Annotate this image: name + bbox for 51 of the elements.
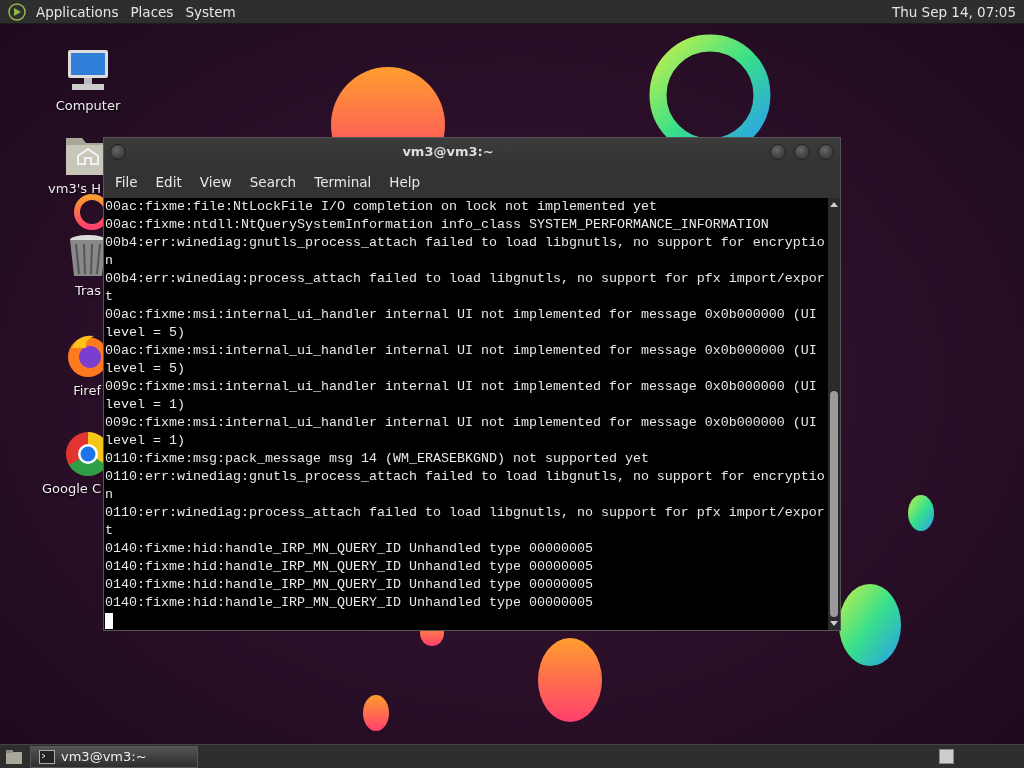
icon-label[interactable]: Google C [41,479,101,499]
terminal-line: level = 5) [105,324,186,342]
maximize-button[interactable] [794,144,810,160]
close-button[interactable] [818,144,834,160]
menu-item[interactable]: View [190,171,241,193]
terminal-line: 00ac:fixme:ntdll:NtQuerySystemInformation info_class SYSTEM_PERFORMANCE_INFORMATION [105,216,770,234]
terminal-line: 00ac:fixme:msi:internal_ui_handler internal UI not implemented for message 0x0b000000 (UI [105,306,818,324]
menu-item[interactable]: Terminal [305,171,381,193]
window-menu-button[interactable] [110,144,126,160]
text-cursor [105,613,113,629]
terminal-icon [39,749,55,764]
terminal-line: 00b4:err:winediag:process_attach failed to load libgnutls, no support for pfx import/expor [105,270,826,288]
terminal-line: 00b4:err:winediag:gnutls_process_attach failed to load libgnutls, no support for encryptio [105,234,826,252]
icon-label[interactable]: vm3's H [48,179,101,199]
panel-menu[interactable]: Applications [30,0,125,24]
menu-item[interactable]: File [106,171,147,193]
desktop-icon [4,747,24,766]
terminal-line: level = 5) [105,360,186,378]
terminal-line: 0140:fixme:hid:handle_IRP_MN_QUERY_ID Unhandled type 00000005 [105,540,594,558]
icon-label[interactable]: Firef [73,381,101,401]
terminal-line: 00ac:fixme:msi:internal_ui_handler internal UI not implemented for message 0x0b000000 (UI [105,342,818,360]
terminal-line: n [105,486,114,504]
terminal-line: level = 1) [105,432,186,450]
terminal-line: n [105,252,114,270]
terminal-line: 0110:err:winediag:process_attach failed to load libgnutls, no support for pfx import/expor [105,504,826,522]
terminal-line: 0140:fixme:hid:handle_IRP_MN_QUERY_ID Unhandled type 00000005 [105,594,594,612]
menu-item[interactable]: Edit [146,171,191,193]
clock: Thu Sep 14, 07:05 [890,2,1017,22]
scrollbar[interactable] [828,198,840,630]
menu-item[interactable]: Help [380,171,430,193]
window-title: vm3@vm3:~ [402,143,494,162]
workspace-switcher[interactable] [939,749,954,764]
terminal-line: 0110:err:winediag:gnutls_process_attach failed to load libgnutls, no support for encryptio [105,468,826,486]
menu-item[interactable]: Search [240,171,306,193]
terminal-line: t [105,522,114,540]
terminal-line: 0140:fixme:hid:handle_IRP_MN_QUERY_ID Unhandled type 00000005 [105,576,594,594]
terminal-line: 0140:fixme:hid:handle_IRP_MN_QUERY_ID Unhandled type 00000005 [105,558,594,576]
terminal-line: 009c:fixme:msi:internal_ui_handler internal UI not implemented for message 0x0b000000 (UI [105,414,818,432]
terminal-line: 0110:fixme:msg:pack_message msg 14 (WM_ERASEBKGND) not supported yet [105,450,650,468]
minimize-button[interactable] [770,144,786,160]
taskbar-button[interactable]: vm3@vm3:~ [30,745,198,768]
terminal-line: level = 1) [105,396,186,414]
logo-icon [8,2,26,21]
terminal-line: 00ac:fixme:file:NtLockFile I/O completion on lock not implemented yet [105,198,658,216]
scrollbar-thumb[interactable] [830,391,838,617]
icon-label[interactable]: Computer [55,96,121,116]
icon-label[interactable]: Tras [74,281,101,301]
terminal-line: t [105,288,114,306]
panel-menu[interactable]: System [179,0,242,24]
panel-menu[interactable]: Places [124,0,180,24]
terminal-line: 009c:fixme:msi:internal_ui_handler internal UI not implemented for message 0x0b000000 (UI [105,378,818,396]
